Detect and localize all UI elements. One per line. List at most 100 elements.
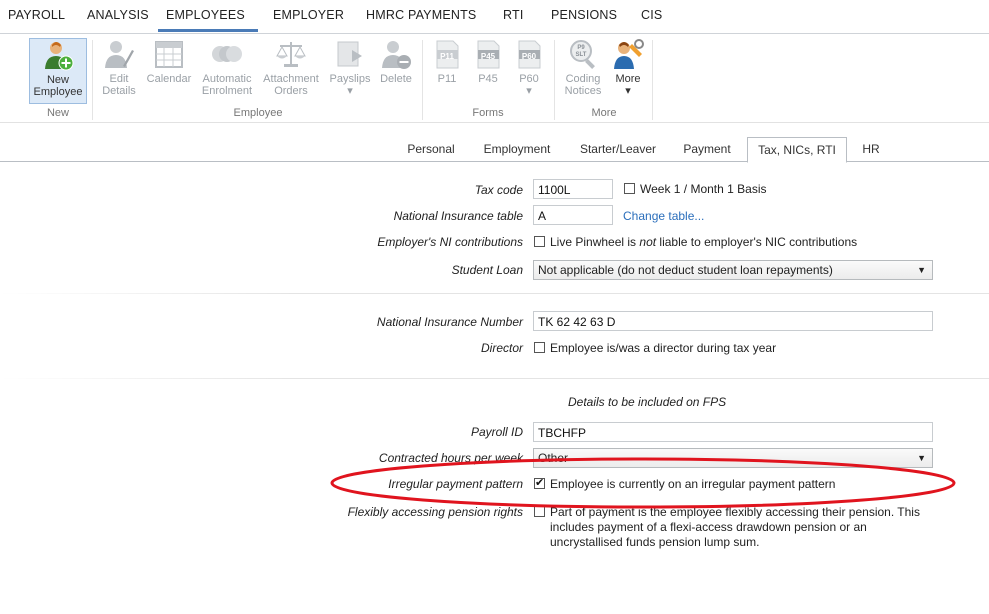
calendar-button[interactable]: Calendar	[144, 38, 194, 85]
ni-number-label: National Insurance Number	[376, 315, 523, 329]
section-divider	[0, 378, 989, 379]
edit-details-label: Edit Details	[102, 73, 136, 97]
nav-tab-employer[interactable]: EMPLOYER	[265, 0, 352, 31]
week1-month1-checkbox[interactable]	[624, 183, 635, 194]
group-label-more: More	[591, 107, 617, 119]
fps-heading: Details to be included on FPS	[568, 395, 727, 409]
contracted-hours-label: Contracted hours per week	[378, 451, 523, 465]
tax-code-input[interactable]: 1100L	[533, 179, 613, 199]
change-table-link[interactable]: Change table...	[623, 209, 704, 223]
tab-tax-nics-rti[interactable]: Tax, NICs, RTI	[747, 137, 847, 163]
tab-personal[interactable]: Personal	[396, 137, 466, 161]
group-label-new: New	[46, 107, 69, 119]
contracted-hours-value: Other	[538, 451, 569, 465]
ni-number-input[interactable]: TK 62 42 63 D	[533, 311, 933, 331]
p60-label: P60	[519, 73, 539, 85]
payslips-icon	[334, 38, 366, 70]
flexible-pension-text-line2: includes payment of a flexi-access drawd…	[550, 520, 867, 534]
section-divider	[0, 293, 989, 294]
tab-employment[interactable]: Employment	[472, 137, 562, 161]
p45-form-icon: P45	[472, 38, 504, 70]
p11-label: P11	[437, 73, 457, 85]
flexible-pension-text-line1: Part of payment is the employee flexibly…	[550, 505, 920, 519]
p60-icon-text: P60	[521, 52, 537, 61]
tab-hr[interactable]: HR	[852, 137, 890, 161]
payslips-button[interactable]: Payslips ▾	[328, 38, 372, 97]
p11-button[interactable]: P11 P11	[430, 38, 464, 85]
p45-icon-text: P45	[480, 52, 496, 61]
p60-dropdown-icon: ▾	[526, 85, 532, 97]
chevron-down-icon: ▼	[917, 265, 926, 275]
director-checkbox[interactable]	[534, 342, 545, 353]
p11-icon-text: P11	[440, 52, 454, 61]
nav-tab-rti[interactable]: RTI	[495, 0, 532, 31]
employer-ni-checkbox[interactable]	[534, 236, 545, 247]
payslips-label: Payslips	[329, 73, 371, 85]
delete-user-icon	[380, 38, 412, 70]
chevron-down-icon: ▼	[917, 453, 926, 463]
tab-starter-leaver[interactable]: Starter/Leaver	[570, 137, 666, 161]
more-tools-icon	[612, 38, 644, 70]
payroll-id-input[interactable]: TBCHFP	[533, 422, 933, 442]
edit-details-button[interactable]: Edit Details	[98, 38, 140, 97]
payslips-dropdown-icon: ▾	[347, 85, 353, 97]
p45-button[interactable]: P45 P45	[471, 38, 505, 85]
p45-label: P45	[478, 73, 498, 85]
scales-icon	[275, 38, 307, 70]
automatic-enrolment-label: Automatic Enrolment	[201, 73, 253, 97]
nav-tab-hmrc-payments[interactable]: HMRC PAYMENTS	[358, 0, 484, 31]
more-dropdown-icon: ▾	[625, 85, 631, 97]
more-label: More	[615, 73, 641, 85]
employer-ni-text: Live Pinwheel is not liable to employer'…	[550, 235, 857, 249]
p11-form-icon: P11	[431, 38, 463, 70]
nav-tab-cis[interactable]: CIS	[633, 0, 670, 31]
flexible-pension-text-line3: uncrystallised funds pension lump sum.	[550, 535, 760, 549]
employer-ni-text-not: not	[639, 235, 657, 249]
delete-label: Delete	[380, 73, 412, 85]
group-label-forms: Forms	[472, 107, 504, 119]
irregular-payment-text: Employee is currently on an irregular pa…	[550, 477, 836, 491]
edit-user-icon	[103, 38, 135, 70]
calendar-label: Calendar	[146, 73, 192, 85]
employee-detail-tabs: Personal Employment Starter/Leaver Payme…	[0, 137, 989, 163]
nav-tab-employees[interactable]: EMPLOYEES	[158, 0, 258, 32]
new-employee-label: New Employee	[33, 74, 83, 98]
automatic-enrolment-button[interactable]: Automatic Enrolment	[198, 38, 256, 97]
group-separator	[554, 40, 555, 120]
more-button[interactable]: More ▾	[610, 38, 646, 97]
group-label-employee: Employee	[233, 107, 283, 119]
ni-table-label: National Insurance table	[393, 209, 523, 223]
student-loan-value: Not applicable (do not deduct student lo…	[538, 263, 833, 277]
student-loan-label: Student Loan	[451, 263, 523, 277]
employer-ni-label: Employer's NI contributions	[377, 235, 523, 249]
employer-ni-text-b: liable to employer's NIC contributions	[656, 235, 858, 249]
top-nav: PAYROLL ANALYSIS EMPLOYEES EMPLOYER HMRC…	[0, 0, 989, 34]
p60-form-icon: P60	[513, 38, 545, 70]
new-employee-icon	[42, 39, 74, 71]
director-text: Employee is/was a director during tax ye…	[550, 341, 777, 355]
student-loan-select[interactable]: Not applicable (do not deduct student lo…	[533, 260, 933, 280]
tax-code-label: Tax code	[474, 183, 523, 197]
employer-ni-text-a: Live Pinwheel is	[550, 235, 640, 249]
coding-notices-button[interactable]: P9 SLT Coding Notices	[560, 38, 606, 97]
attachment-orders-button[interactable]: Attachment Orders	[260, 38, 322, 97]
tab-payment[interactable]: Payment	[674, 137, 740, 161]
p60-button[interactable]: P60 P60 ▾	[512, 38, 546, 97]
flexible-pension-checkbox[interactable]	[534, 506, 545, 517]
director-label: Director	[480, 341, 523, 355]
coding-notices-icon-text-slt: SLT	[575, 52, 587, 58]
coding-notices-icon-text-p9: P9	[577, 45, 585, 51]
nav-tab-pensions[interactable]: PENSIONS	[543, 0, 625, 31]
contracted-hours-select[interactable]: Other ▼	[533, 448, 933, 468]
group-separator	[422, 40, 423, 120]
nav-tab-analysis[interactable]: ANALYSIS	[79, 0, 157, 31]
payroll-id-label: Payroll ID	[470, 425, 523, 439]
ni-table-input[interactable]: A	[533, 205, 613, 225]
attachment-orders-label: Attachment Orders	[263, 73, 319, 97]
irregular-payment-label: Irregular payment pattern	[388, 477, 523, 491]
nav-tab-payroll[interactable]: PAYROLL	[0, 0, 73, 31]
irregular-payment-checkbox[interactable]	[534, 476, 545, 489]
calendar-icon	[153, 38, 185, 70]
new-employee-button[interactable]: New Employee	[29, 38, 87, 104]
delete-button[interactable]: Delete	[376, 38, 416, 85]
